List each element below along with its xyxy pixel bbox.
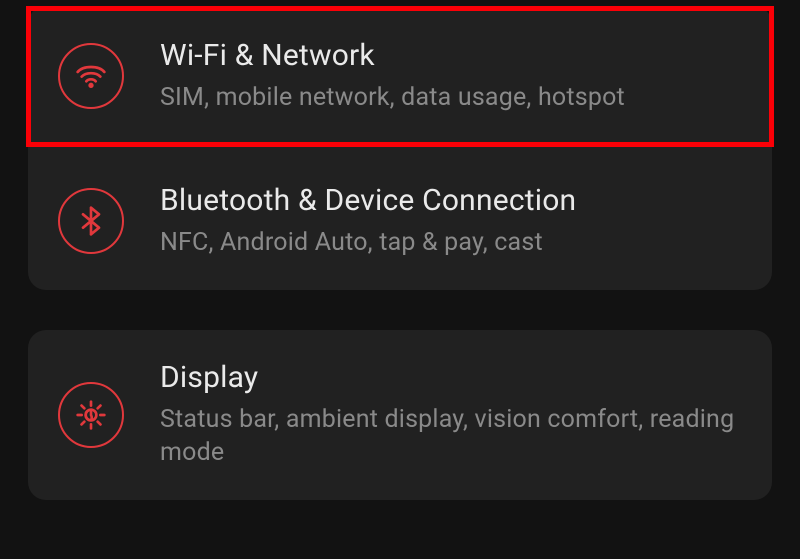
settings-item-text: Bluetooth & Device Connection NFC, Andro… bbox=[160, 183, 742, 260]
settings-item-subtitle: NFC, Android Auto, tap & pay, cast bbox=[160, 226, 742, 260]
settings-item-subtitle: Status bar, ambient display, vision comf… bbox=[160, 403, 742, 471]
settings-item-text: Wi-Fi & Network SIM, mobile network, dat… bbox=[160, 38, 742, 115]
highlight-wifi: Wi-Fi & Network SIM, mobile network, dat… bbox=[26, 6, 774, 147]
settings-item-display[interactable]: Display Status bar, ambient display, vis… bbox=[28, 330, 772, 501]
settings-item-bluetooth[interactable]: Bluetooth & Device Connection NFC, Andro… bbox=[28, 153, 772, 290]
settings-item-wifi-network[interactable]: Wi-Fi & Network SIM, mobile network, dat… bbox=[31, 11, 769, 142]
settings-item-title: Display bbox=[160, 360, 742, 395]
settings-group-display: Display Status bar, ambient display, vis… bbox=[28, 330, 772, 501]
settings-item-text: Display Status bar, ambient display, vis… bbox=[160, 360, 742, 471]
display-icon bbox=[58, 382, 124, 448]
settings-item-subtitle: SIM, mobile network, data usage, hotspot bbox=[160, 81, 742, 115]
settings-item-title: Bluetooth & Device Connection bbox=[160, 183, 742, 218]
bluetooth-icon bbox=[58, 188, 124, 254]
settings-group-connectivity: Wi-Fi & Network SIM, mobile network, dat… bbox=[28, 6, 772, 290]
wifi-icon bbox=[58, 43, 124, 109]
settings-item-title: Wi-Fi & Network bbox=[160, 38, 742, 73]
